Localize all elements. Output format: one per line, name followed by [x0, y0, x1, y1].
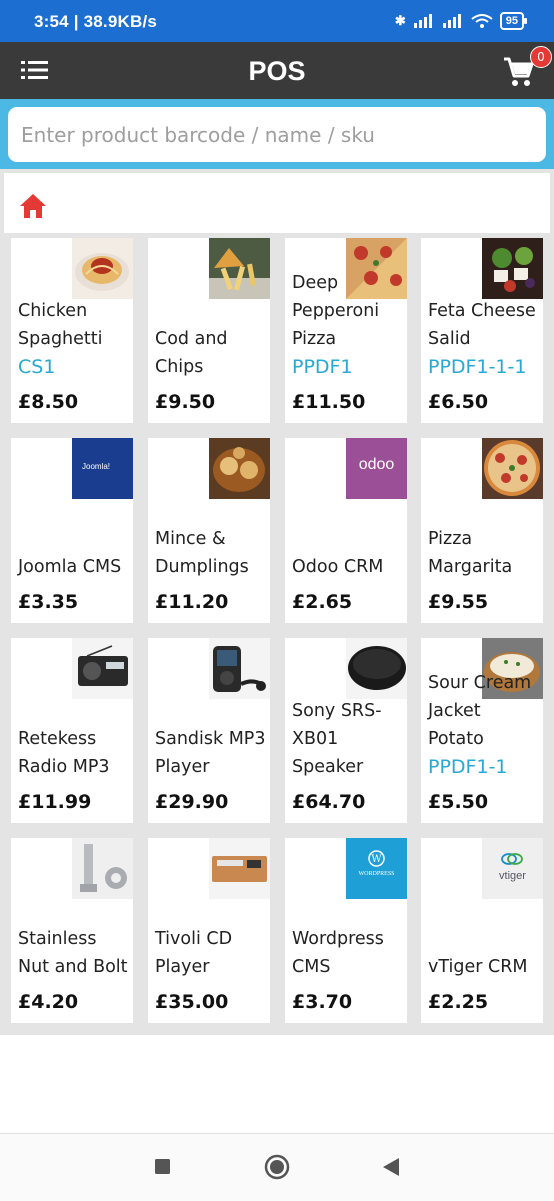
product-card[interactable]: Stainless Nut and Bolt £4.20: [11, 838, 133, 1023]
home-nav-icon[interactable]: [264, 1154, 290, 1180]
product-card[interactable]: vtiger vTiger CRM £2.25: [421, 838, 543, 1023]
product-sku: PPDF1: [292, 356, 353, 378]
product-name: Chicken Spaghetti: [18, 301, 103, 349]
vtiger-logo: vtiger: [482, 838, 543, 899]
product-price: £8.50: [18, 391, 79, 413]
wordpress-logo-text: WORDPRESS: [358, 871, 395, 877]
product-name: Wordpress CMS: [292, 929, 384, 977]
product-card[interactable]: Deep Pepperoni Pizza PPDF1 £11.50: [285, 238, 407, 423]
product-price: £2.65: [292, 591, 353, 613]
product-price: £4.20: [18, 991, 79, 1013]
product-name: Retekess Radio MP3: [18, 729, 110, 777]
product-name: Cod and Chips: [155, 329, 228, 377]
product-card[interactable]: Sony SRS-XB01 Speaker £64.70: [285, 638, 407, 823]
product-thumbnail: [72, 638, 133, 699]
product-thumbnail: [209, 238, 270, 299]
odoo-logo: odoo: [346, 438, 407, 499]
product-thumbnail: [72, 238, 133, 299]
product-price: £9.55: [428, 591, 489, 613]
vtiger-logo-text: vtiger: [499, 870, 526, 882]
page-title: POS: [248, 56, 306, 86]
product-name: Deep Pepperoni Pizza: [292, 273, 380, 349]
product-thumbnail: [72, 838, 133, 899]
product-card[interactable]: Retekess Radio MP3 £11.99: [11, 638, 133, 823]
product-thumbnail: [346, 638, 407, 699]
product-thumbnail: [482, 238, 543, 299]
product-price: £3.35: [18, 591, 79, 613]
bluetooth-icon: ✱: [394, 13, 406, 28]
product-name: Tivoli CD Player: [155, 929, 233, 977]
back-icon[interactable]: [382, 1157, 400, 1177]
signal-icon-2: [442, 14, 461, 28]
wifi-icon: [471, 14, 493, 28]
product-card[interactable]: Pizza Margarita £9.55: [421, 438, 543, 623]
product-card[interactable]: Sour Cream Jacket Potato PPDF1-1 £5.50: [421, 638, 543, 823]
recents-icon[interactable]: [154, 1158, 171, 1175]
odoo-logo-text: odoo: [358, 456, 395, 473]
breadcrumb: [4, 173, 550, 233]
wordpress-logo: W WORDPRESS: [346, 838, 407, 899]
wordpress-icon: W: [368, 850, 385, 867]
cart-icon[interactable]: [502, 56, 534, 88]
product-price: £64.70: [292, 791, 366, 813]
app-toolbar: POS: [0, 42, 554, 99]
product-card[interactable]: W WORDPRESS Wordpress CMS £3.70: [285, 838, 407, 1023]
product-thumbnail: [482, 438, 543, 499]
product-name: Pizza Margarita: [428, 529, 513, 577]
product-price: £11.50: [292, 391, 366, 413]
product-price: £9.50: [155, 391, 216, 413]
product-name: Odoo CRM: [292, 557, 384, 577]
product-name: Stainless Nut and Bolt: [18, 929, 128, 977]
product-price: £11.99: [18, 791, 92, 813]
product-name: vTiger CRM: [428, 957, 528, 977]
product-name: Feta Cheese Salid: [428, 301, 536, 349]
product-thumbnail: [209, 638, 270, 699]
product-name: Sony SRS-XB01 Speaker: [292, 701, 382, 777]
search-band: [0, 99, 554, 169]
cart-count-badge: 0: [530, 46, 552, 68]
product-price: £2.25: [428, 991, 489, 1013]
status-bar: 3:54 | 38.9KB/s ✱ 95: [0, 0, 554, 42]
product-card[interactable]: Sandisk MP3 Player £29.90: [148, 638, 270, 823]
product-area: Chicken Spaghetti CS1 £8.50 Cod and Chip…: [0, 169, 554, 1035]
product-sku: PPDF1-1: [428, 756, 508, 778]
product-name: Mince & Dumplings: [155, 529, 249, 577]
product-card[interactable]: Mince & Dumplings £11.20: [148, 438, 270, 623]
product-thumbnail: [209, 438, 270, 499]
product-name: Sandisk MP3 Player: [155, 729, 266, 777]
product-card[interactable]: Cod and Chips £9.50: [148, 238, 270, 423]
product-price: £5.50: [428, 791, 489, 813]
home-icon[interactable]: [19, 193, 47, 219]
product-card[interactable]: Feta Cheese Salid PPDF1-1-1 £6.50: [421, 238, 543, 423]
product-name: Sour Cream Jacket Potato: [428, 673, 532, 749]
signal-icon: [413, 14, 432, 28]
product-price: £6.50: [428, 391, 489, 413]
system-nav-bar: [0, 1133, 554, 1201]
product-thumbnail: [209, 838, 270, 899]
joomla-logo: Joomla!: [72, 438, 133, 499]
product-price: £3.70: [292, 991, 353, 1013]
product-name: Joomla CMS: [18, 557, 122, 577]
product-card[interactable]: Joomla! Joomla CMS £3.35: [11, 438, 133, 623]
status-icons: ✱ 95: [394, 12, 528, 30]
joomla-logo-text: Joomla!: [82, 462, 111, 471]
product-sku: CS1: [18, 356, 56, 378]
svg-text:W: W: [371, 854, 382, 865]
product-price: £35.00: [155, 991, 229, 1013]
product-card[interactable]: Tivoli CD Player £35.00: [148, 838, 270, 1023]
product-price: £29.90: [155, 791, 229, 813]
product-card[interactable]: Chicken Spaghetti CS1 £8.50: [11, 238, 133, 423]
product-price: £11.20: [155, 591, 229, 613]
status-time-speed: 3:54 | 38.9KB/s: [34, 12, 158, 31]
product-sku: PPDF1-1-1: [428, 356, 527, 378]
battery-indicator: 95: [499, 12, 528, 30]
product-card[interactable]: odoo Odoo CRM £2.65: [285, 438, 407, 623]
product-search-input[interactable]: [8, 107, 546, 162]
vtiger-icon: [501, 853, 523, 865]
